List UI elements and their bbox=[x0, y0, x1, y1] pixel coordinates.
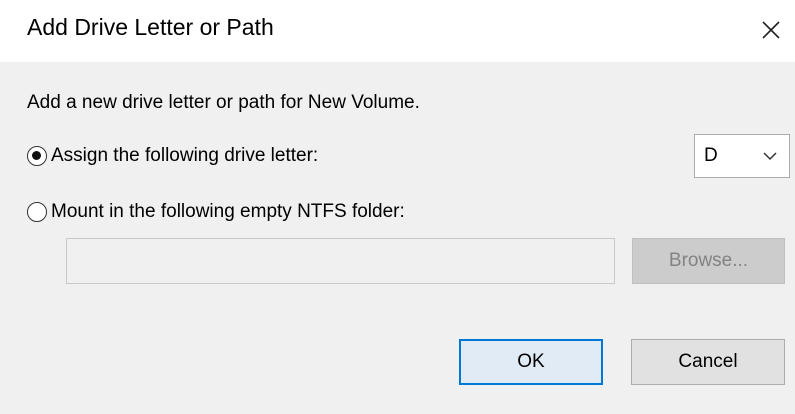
folder-path-field[interactable] bbox=[66, 238, 615, 284]
mount-ntfs-folder-label: Mount in the following empty NTFS folder… bbox=[51, 201, 405, 222]
mount-ntfs-folder-radio[interactable] bbox=[27, 202, 47, 222]
cancel-button[interactable]: Cancel bbox=[631, 339, 785, 385]
mount-ntfs-folder-option[interactable]: Mount in the following empty NTFS folder… bbox=[27, 199, 405, 225]
dialog-description: Add a new drive letter or path for New V… bbox=[27, 92, 420, 113]
dialog-title: Add Drive Letter or Path bbox=[27, 14, 274, 40]
dialog-content: Add a new drive letter or path for New V… bbox=[0, 62, 795, 414]
assign-drive-letter-label: Assign the following drive letter: bbox=[51, 145, 319, 166]
chevron-down-icon bbox=[763, 152, 777, 161]
ok-button[interactable]: OK bbox=[459, 339, 603, 385]
browse-button[interactable]: Browse... bbox=[632, 238, 785, 284]
drive-letter-value: D bbox=[704, 145, 718, 166]
close-button[interactable] bbox=[750, 8, 790, 52]
assign-drive-letter-option[interactable]: Assign the following drive letter: bbox=[27, 143, 318, 169]
drive-letter-dropdown[interactable]: D bbox=[694, 134, 790, 178]
title-bar: Add Drive Letter or Path bbox=[0, 0, 795, 62]
close-icon bbox=[762, 21, 780, 39]
assign-drive-letter-radio[interactable] bbox=[27, 146, 47, 166]
